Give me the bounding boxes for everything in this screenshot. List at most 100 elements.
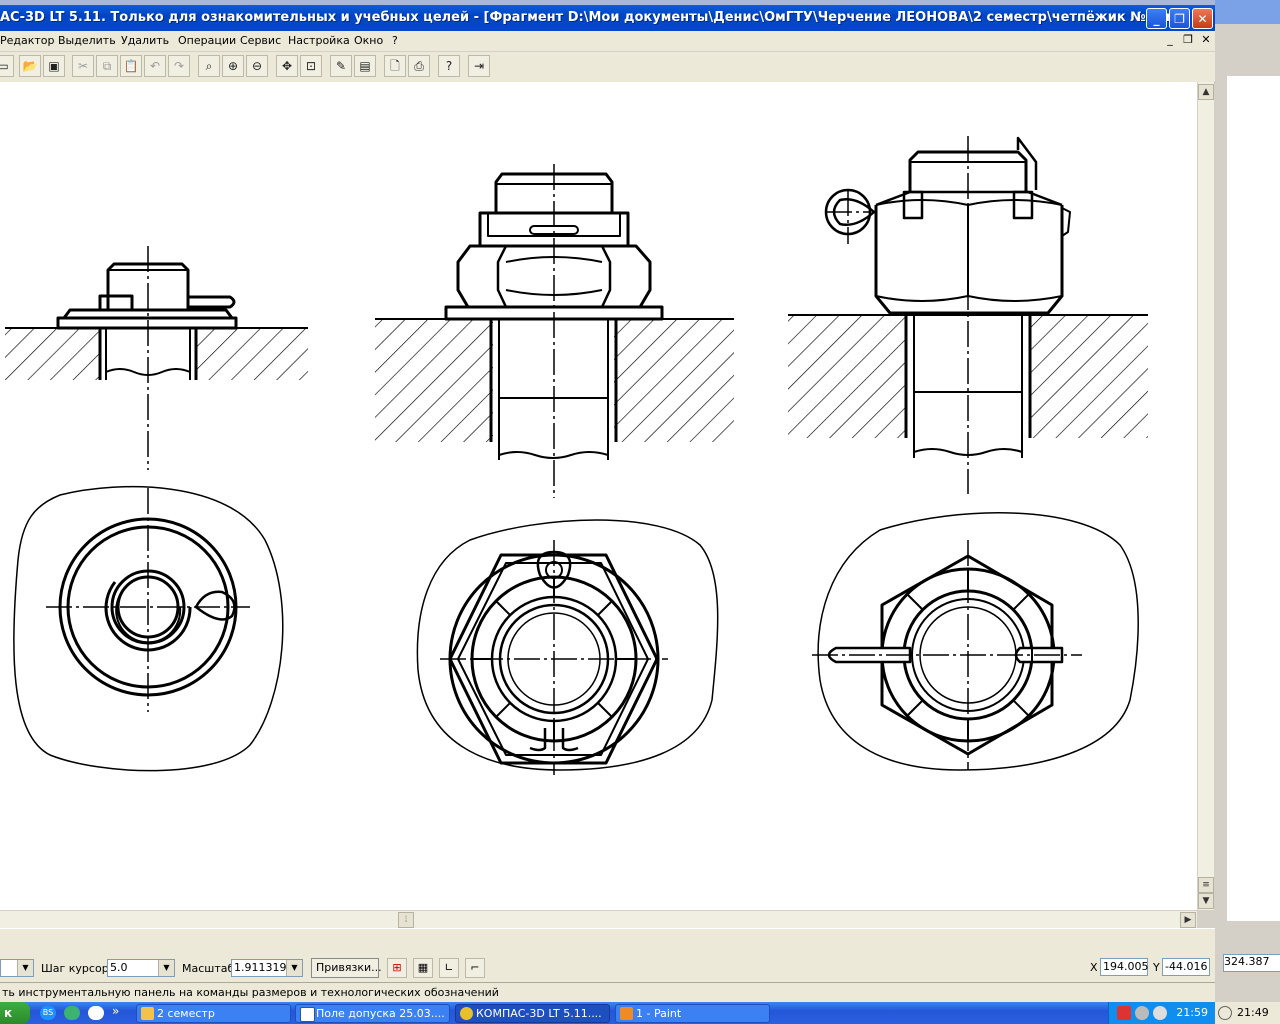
scale-label: Масштаб bbox=[182, 962, 235, 975]
status-hint: ть инструментальную панель на команды ра… bbox=[2, 986, 499, 999]
zoom-all-icon[interactable]: ⊡ bbox=[300, 55, 322, 77]
pan-icon[interactable]: ✥ bbox=[276, 55, 298, 77]
pencil-icon[interactable]: ✎ bbox=[330, 55, 352, 77]
snap-button[interactable]: Привязки... bbox=[311, 958, 382, 978]
close-button[interactable]: ✕ bbox=[1192, 8, 1213, 29]
task-label: КОМПАС-3D LT 5.11.... bbox=[476, 1007, 602, 1020]
cursor-step-field[interactable]: 5.0 ▼ bbox=[107, 959, 175, 977]
properties-panel bbox=[0, 928, 1215, 955]
taskbar: к BS » 2 семестр Поле допуска 25.03.... … bbox=[0, 1002, 1280, 1024]
background-window-canvas bbox=[1227, 76, 1280, 921]
y-label: Y bbox=[1153, 961, 1160, 974]
folder-icon bbox=[141, 1007, 154, 1020]
menu-service[interactable]: Сервис bbox=[240, 34, 281, 47]
menu-operations[interactable]: Операции bbox=[178, 34, 236, 47]
help-icon[interactable]: ? bbox=[438, 55, 460, 77]
system-tray: 21:59 bbox=[1108, 1002, 1216, 1024]
parameters-bar: ▼ Шаг курсора 5.0 ▼ Масштаб 1.911319 ▼ П… bbox=[0, 954, 1215, 982]
status-bar: ть инструментальную панель на команды ра… bbox=[0, 982, 1215, 1003]
cursor-step-label: Шаг курсора bbox=[41, 962, 116, 975]
preview-icon[interactable]: 🗋 bbox=[384, 55, 406, 77]
vertical-scrollbar[interactable]: ▲ ≡ ▼ bbox=[1197, 82, 1214, 910]
undo-icon[interactable]: ↶ bbox=[144, 55, 166, 77]
grid-icon[interactable]: ▦ bbox=[413, 958, 433, 978]
tray-sound-icon[interactable] bbox=[1135, 1006, 1149, 1020]
left-combo[interactable]: ▼ bbox=[0, 959, 34, 977]
task-label: Поле допуска 25.03.... bbox=[316, 1007, 445, 1020]
background-clock: 21:49 bbox=[1237, 1006, 1269, 1019]
doc-restore-button[interactable]: ❐ bbox=[1180, 33, 1196, 47]
kompas-icon bbox=[460, 1007, 473, 1020]
exit-icon[interactable]: ⇥ bbox=[468, 55, 490, 77]
left-front-view bbox=[5, 262, 308, 380]
task-kompas[interactable]: КОМПАС-3D LT 5.11.... bbox=[455, 1004, 610, 1023]
start-button[interactable]: к bbox=[0, 1002, 30, 1024]
word-icon bbox=[300, 1007, 315, 1022]
scale-field[interactable]: 1.911319 ▼ bbox=[231, 959, 303, 977]
x-coordinate-field[interactable]: 194.005 bbox=[1100, 958, 1149, 976]
middle-top-view bbox=[416, 519, 719, 771]
background-window-titlebar[interactable] bbox=[1215, 0, 1280, 24]
clock-icon bbox=[1218, 1006, 1232, 1020]
menu-editor[interactable]: Редактор bbox=[0, 34, 55, 47]
scroll-down-icon[interactable]: ▼ bbox=[1198, 893, 1214, 909]
chevron-down-icon[interactable]: ▼ bbox=[286, 960, 302, 976]
chevron-down-icon[interactable]: ▼ bbox=[158, 960, 174, 976]
y-coordinate-field[interactable]: -44.016 bbox=[1162, 958, 1210, 976]
snap-grid-icon[interactable]: ⊞ bbox=[387, 958, 407, 978]
scroll-up-icon[interactable]: ▲ bbox=[1198, 84, 1214, 100]
save-icon[interactable]: ▣ bbox=[43, 55, 65, 77]
main-toolbar: ▭ 📂 ▣ ✂ ⧉ 📋 ↶ ↷ ⌕ ⊕ ⊖ ✥ ⊡ ✎ ▤ 🗋 ⎙ ? ⇥ bbox=[0, 52, 1215, 83]
restore-button[interactable]: ❐ bbox=[1169, 8, 1190, 29]
redo-icon[interactable]: ↷ bbox=[168, 55, 190, 77]
open-folder-icon[interactable]: 📂 bbox=[19, 55, 41, 77]
minimize-button[interactable]: _ bbox=[1146, 8, 1167, 29]
zoom-out-icon[interactable]: ⊖ bbox=[246, 55, 268, 77]
zoom-icon[interactable]: ⌕ bbox=[198, 55, 220, 77]
menu-select[interactable]: Выделить bbox=[58, 34, 116, 47]
menu-delete[interactable]: Удалить bbox=[121, 34, 169, 47]
menu-help[interactable]: ? bbox=[392, 34, 398, 47]
tray-clock-icon[interactable] bbox=[1153, 1006, 1167, 1020]
background-coord-field: 324.387 bbox=[1223, 954, 1280, 972]
hscroll-thumb[interactable]: ⦙ bbox=[398, 912, 414, 928]
angle-icon[interactable]: ⌐ bbox=[465, 958, 485, 978]
title-bar[interactable]: АС-3D LT 5.11. Только для ознакомительны… bbox=[0, 5, 1215, 31]
menu-settings[interactable]: Настройка bbox=[288, 34, 350, 47]
drawing-canvas[interactable] bbox=[0, 82, 1197, 910]
quick-launch-more-icon[interactable]: » bbox=[112, 1004, 119, 1018]
task-folder-2-semestr[interactable]: 2 семестр bbox=[136, 1004, 291, 1023]
background-window: 324.387 bbox=[1215, 0, 1280, 1002]
scroll-thumb[interactable]: ≡ bbox=[1198, 877, 1214, 893]
cut-icon[interactable]: ✂ bbox=[72, 55, 94, 77]
chevron-down-icon[interactable]: ▼ bbox=[17, 960, 33, 976]
taskbar-clock[interactable]: 21:59 bbox=[1176, 1006, 1208, 1019]
quick-launch-panda-icon[interactable] bbox=[88, 1006, 104, 1020]
quick-launch-browser-icon[interactable] bbox=[64, 1006, 80, 1020]
copy-icon[interactable]: ⧉ bbox=[96, 55, 118, 77]
print-icon[interactable]: ⎙ bbox=[408, 55, 430, 77]
paste-icon[interactable]: 📋 bbox=[120, 55, 142, 77]
technical-drawing bbox=[5, 136, 1148, 775]
task-word-document[interactable]: Поле допуска 25.03.... bbox=[295, 1004, 450, 1023]
scroll-right-icon[interactable]: ▶ bbox=[1180, 912, 1196, 928]
cursor-step-value: 5.0 bbox=[110, 961, 128, 974]
task-paint[interactable]: 1 - Paint bbox=[615, 1004, 770, 1023]
layers-icon[interactable]: ▤ bbox=[354, 55, 376, 77]
quick-launch-bs-icon[interactable]: BS bbox=[40, 1006, 56, 1020]
doc-close-button[interactable]: ✕ bbox=[1198, 33, 1214, 47]
tray-network-icon[interactable] bbox=[1117, 1006, 1131, 1020]
horizontal-scrollbar[interactable]: ⦙ ▶ bbox=[0, 910, 1197, 929]
menu-bar: Редактор Выделить Удалить Операции Серви… bbox=[0, 31, 1215, 51]
doc-minimize-button[interactable]: _ bbox=[1162, 33, 1178, 47]
scale-value: 1.911319 bbox=[234, 961, 287, 974]
right-top-view bbox=[817, 512, 1139, 771]
ortho-icon[interactable]: ∟ bbox=[439, 958, 459, 978]
zoom-in-icon[interactable]: ⊕ bbox=[222, 55, 244, 77]
menu-window[interactable]: Окно bbox=[354, 34, 383, 47]
window-title: АС-3D LT 5.11. Только для ознакомительны… bbox=[0, 10, 1190, 25]
paint-icon bbox=[620, 1007, 633, 1020]
new-doc-icon[interactable]: ▭ bbox=[0, 55, 14, 77]
x-label: X bbox=[1090, 961, 1098, 974]
background-window-tray: 21:49 bbox=[1215, 1002, 1280, 1024]
